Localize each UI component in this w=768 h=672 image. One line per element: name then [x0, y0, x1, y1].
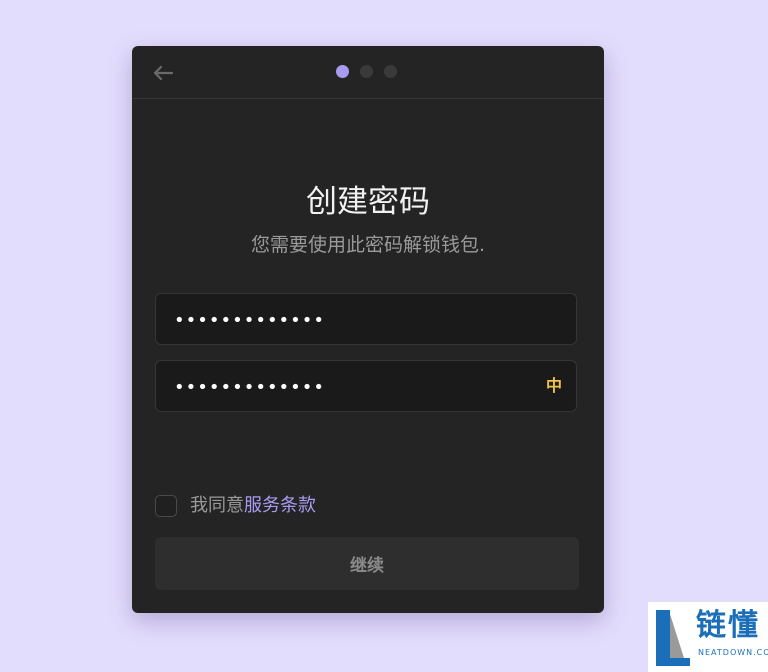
watermark-brand: 链懂: [696, 608, 760, 643]
page-subtitle: 您需要使用此密码解锁钱包.: [250, 234, 486, 256]
watermark: 链懂 NEATDOWN.COM: [648, 602, 768, 672]
confirm-password-input[interactable]: [172, 361, 536, 413]
terms-checkbox[interactable]: [155, 495, 177, 517]
watermark-site: NEATDOWN.COM: [698, 648, 768, 657]
password-strength-badge: 中: [545, 376, 562, 395]
back-button[interactable]: [150, 60, 176, 86]
neatdown-logo-icon: [654, 606, 692, 668]
page-title: 创建密码: [306, 184, 430, 220]
terms-of-service-link[interactable]: 服务条款: [244, 494, 316, 518]
agreement-prefix: 我同意: [190, 495, 244, 516]
step-indicator: [336, 65, 397, 78]
password-field[interactable]: [155, 293, 577, 346]
arrow-left-icon: [153, 65, 173, 81]
create-password-card: 创建密码 您需要使用此密码解锁钱包. 中 我同意服务条款 继续: [132, 46, 604, 613]
card-header: [132, 46, 604, 99]
confirm-password-field[interactable]: 中: [155, 360, 577, 413]
step-dot-1: [336, 65, 349, 78]
step-dot-2: [360, 65, 373, 78]
continue-button[interactable]: 继续: [155, 537, 579, 590]
step-dot-3: [384, 65, 397, 78]
terms-agreement: 我同意 服务条款: [155, 494, 316, 518]
password-input[interactable]: [172, 294, 536, 346]
